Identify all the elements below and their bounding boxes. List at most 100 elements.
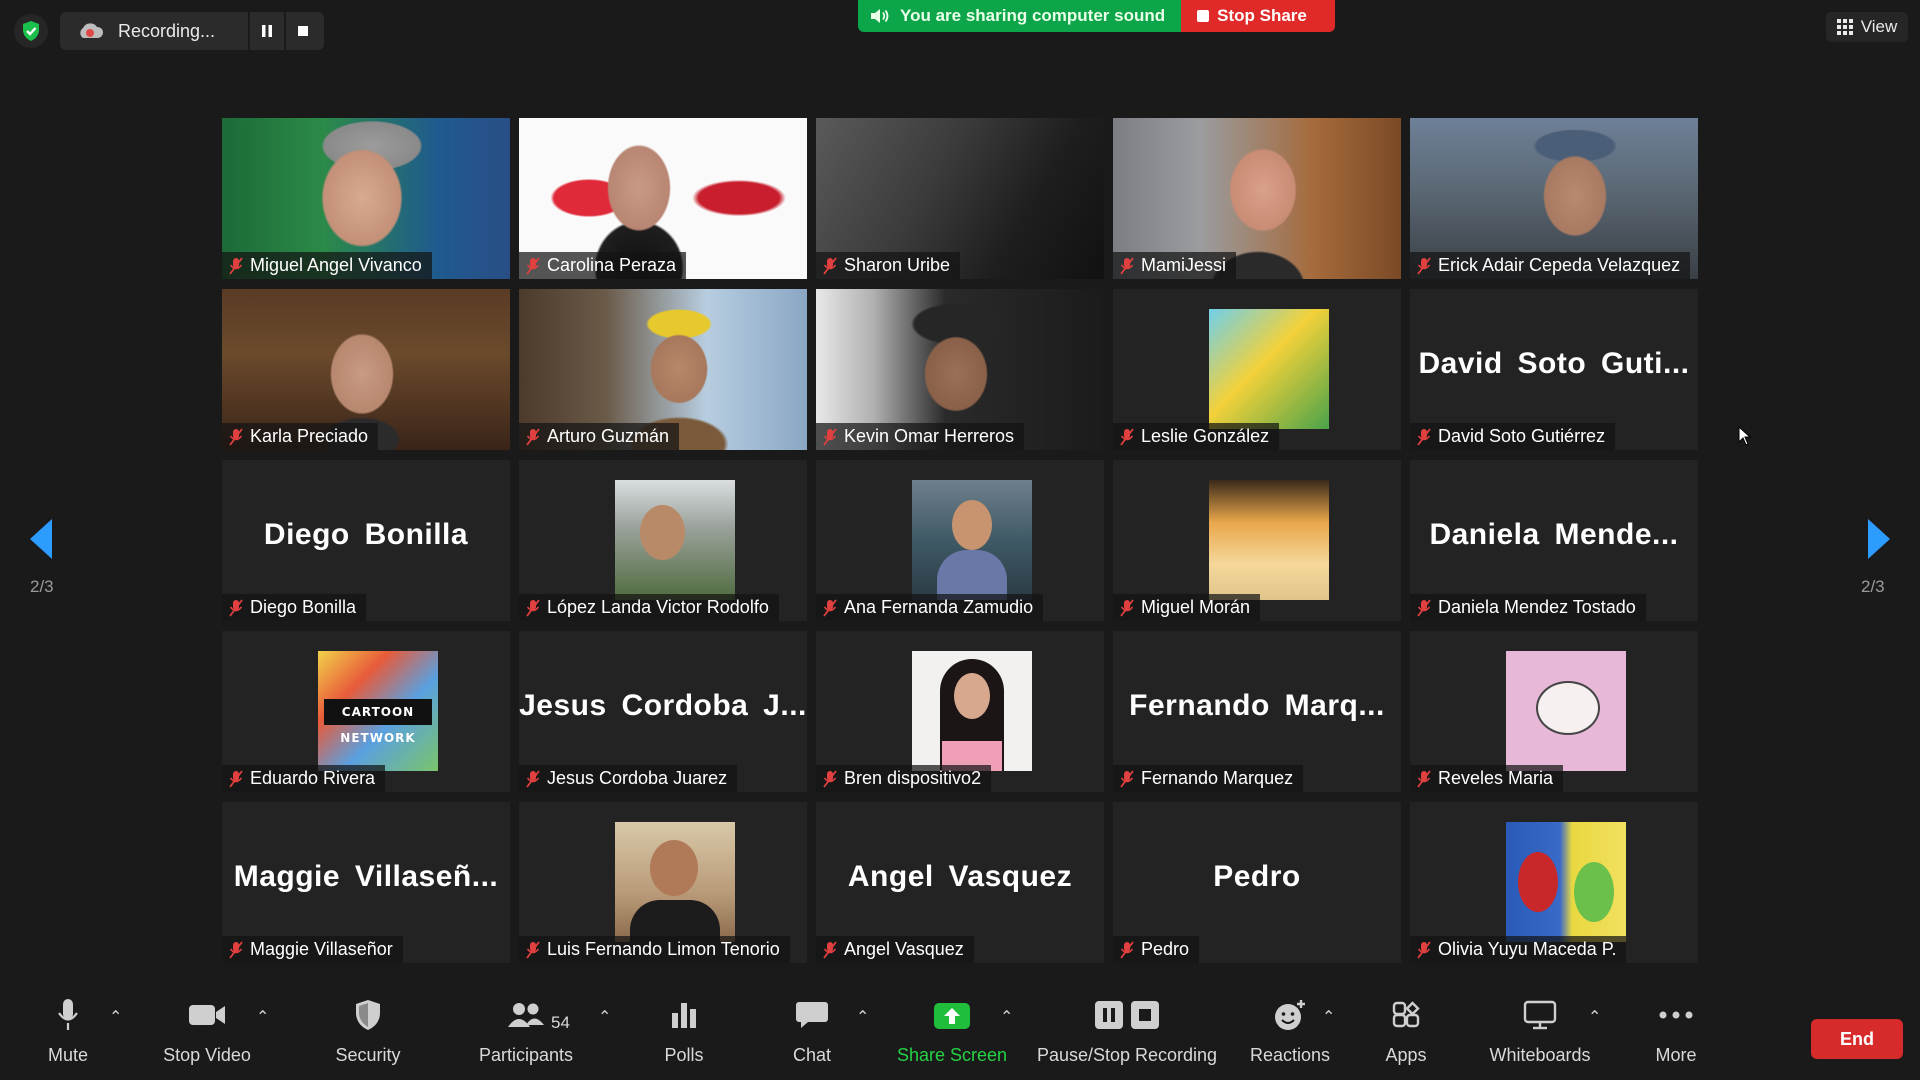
participant-tile[interactable]: CARTOON NETWORK Eduardo Rivera bbox=[222, 631, 510, 792]
audio-options-caret[interactable]: ⌃ bbox=[109, 1007, 122, 1027]
more-label: More bbox=[1655, 1045, 1697, 1065]
participant-tile[interactable]: Miguel Angel Vivanco bbox=[222, 118, 510, 279]
reactions-button[interactable]: Reactions bbox=[1240, 995, 1340, 1066]
chat-options-caret[interactable]: ⌃ bbox=[856, 1007, 869, 1027]
polls-bar-chart-icon bbox=[672, 1003, 696, 1028]
chat-bubble-icon bbox=[796, 1002, 828, 1028]
participant-name: Olivia Yuyu Maceda P. bbox=[1438, 939, 1617, 959]
stop-square-icon bbox=[1197, 10, 1210, 22]
participant-tile[interactable]: David Soto Guti... David Soto Gutiérrez bbox=[1410, 289, 1698, 450]
grid-view-icon bbox=[1836, 19, 1853, 35]
participant-tile[interactable]: Diego Bonilla Diego Bonilla bbox=[222, 460, 510, 621]
participants-label: Participants bbox=[478, 1045, 574, 1065]
reactions-options-caret[interactable]: ⌃ bbox=[1322, 1007, 1335, 1027]
participant-name: Karla Preciado bbox=[250, 426, 369, 446]
participant-tile[interactable]: MamiJessi bbox=[1113, 118, 1401, 279]
participant-tile[interactable]: Erick Adair Cepeda Velazquez bbox=[1410, 118, 1698, 279]
participant-name-tag: David Soto Gutiérrez bbox=[1410, 423, 1616, 450]
whiteboards-button[interactable]: Whiteboards bbox=[1478, 995, 1602, 1066]
stop-recording-button[interactable] bbox=[286, 12, 320, 50]
participant-tile[interactable]: Karla Preciado bbox=[222, 289, 510, 450]
muted-mic-icon bbox=[1417, 256, 1431, 275]
muted-mic-icon bbox=[1120, 940, 1134, 959]
participant-tile[interactable]: Olivia Yuyu Maceda P. bbox=[1410, 802, 1698, 963]
share-screen-arrow-icon bbox=[934, 1003, 970, 1029]
participant-name: Eduardo Rivera bbox=[250, 768, 376, 788]
security-button[interactable]: Security bbox=[318, 995, 418, 1066]
pause-stop-recording-label: Pause/Stop Recording bbox=[1036, 1045, 1218, 1065]
participant-tile[interactable]: Carolina Peraza bbox=[519, 118, 807, 279]
participant-gallery: Miguel Angel Vivanco Carolina Peraza Sha… bbox=[222, 118, 1698, 963]
next-page-arrow-icon[interactable] bbox=[1866, 518, 1892, 560]
muted-mic-icon bbox=[1417, 598, 1431, 617]
participant-tile[interactable]: Maggie Villaseñ... Maggie Villaseñor bbox=[222, 802, 510, 963]
participant-name: Carolina Peraza bbox=[547, 255, 677, 275]
speaker-icon bbox=[871, 9, 889, 23]
participant-name: Maggie Villaseñor bbox=[250, 939, 393, 959]
participant-tile[interactable]: Miguel Morán bbox=[1113, 460, 1401, 621]
participant-tile[interactable]: López Landa Victor Rodolfo bbox=[519, 460, 807, 621]
whiteboard-icon bbox=[1523, 1000, 1557, 1030]
participant-name: Erick Adair Cepeda Velazquez bbox=[1438, 255, 1681, 275]
participant-tile[interactable]: Bren dispositivo2 bbox=[816, 631, 1104, 792]
participant-name-tag: Maggie Villaseñor bbox=[222, 936, 403, 963]
previous-page-arrow-icon[interactable] bbox=[28, 518, 54, 560]
participant-tile[interactable]: Angel Vasquez Angel Vasquez bbox=[816, 802, 1104, 963]
share-screen-label: Share Screen bbox=[896, 1045, 1008, 1065]
participant-name-tag: Eduardo Rivera bbox=[222, 765, 386, 792]
apps-button[interactable]: Apps bbox=[1366, 995, 1446, 1066]
avatar-face bbox=[640, 505, 685, 560]
avatar-logo-text: CARTOON NETWORK bbox=[324, 699, 432, 745]
chat-button[interactable]: Chat bbox=[770, 995, 854, 1066]
share-options-caret[interactable]: ⌃ bbox=[1000, 1007, 1013, 1027]
participant-name: Reveles Maria bbox=[1438, 768, 1554, 788]
end-meeting-button[interactable]: End bbox=[1811, 1019, 1903, 1059]
video-options-caret[interactable]: ⌃ bbox=[256, 1007, 269, 1027]
avatar-character bbox=[1536, 681, 1600, 735]
profile-picture: CARTOON NETWORK bbox=[318, 651, 438, 771]
view-button[interactable]: View bbox=[1826, 12, 1908, 42]
participant-name-tag: Karla Preciado bbox=[222, 423, 379, 450]
participant-name-tag: Erick Adair Cepeda Velazquez bbox=[1410, 252, 1691, 279]
participant-tile[interactable]: Leslie González bbox=[1113, 289, 1401, 450]
participant-tile[interactable]: Ana Fernanda Zamudio bbox=[816, 460, 1104, 621]
muted-mic-icon bbox=[823, 256, 837, 275]
participants-icon bbox=[508, 1003, 544, 1027]
mouse-cursor-icon bbox=[1738, 426, 1752, 446]
participant-tile[interactable]: Reveles Maria bbox=[1410, 631, 1698, 792]
participant-tile[interactable]: Sharon Uribe bbox=[816, 118, 1104, 279]
participant-name-tag: Diego Bonilla bbox=[222, 594, 367, 621]
participant-tile[interactable]: Jesus Cordoba J... Jesus Cordoba Juarez bbox=[519, 631, 807, 792]
participant-tile[interactable]: Luis Fernando Limon Tenorio bbox=[519, 802, 807, 963]
stop-share-button[interactable]: Stop Share bbox=[1181, 0, 1335, 32]
participant-tile[interactable]: Arturo Guzmán bbox=[519, 289, 807, 450]
muted-mic-icon bbox=[1120, 256, 1134, 275]
participant-name-tag: Arturo Guzmán bbox=[519, 423, 680, 450]
participant-name: Leslie González bbox=[1141, 426, 1270, 446]
pause-stop-recording-button[interactable]: Pause/Stop Recording bbox=[1030, 995, 1224, 1066]
mute-button[interactable]: Mute bbox=[28, 995, 108, 1066]
participant-tile[interactable]: Pedro Pedro bbox=[1113, 802, 1401, 963]
participant-name: Angel Vasquez bbox=[844, 939, 964, 959]
muted-mic-icon bbox=[229, 940, 243, 959]
stop-video-button[interactable]: Stop Video bbox=[152, 995, 262, 1066]
avatar-character-left bbox=[1518, 852, 1558, 912]
page-indicator-right: 2/3 bbox=[1861, 577, 1885, 596]
muted-mic-icon bbox=[229, 769, 243, 788]
participant-tile[interactable]: Daniela Mende... Daniela Mendez Tostado bbox=[1410, 460, 1698, 621]
pause-recording-icon bbox=[1095, 1001, 1123, 1029]
participant-tile[interactable]: Fernando Marq... Fernando Marquez bbox=[1113, 631, 1401, 792]
participant-name: David Soto Gutiérrez bbox=[1438, 426, 1606, 446]
polls-button[interactable]: Polls bbox=[644, 995, 724, 1066]
pause-recording-button[interactable] bbox=[250, 12, 284, 50]
shield-check-icon bbox=[23, 21, 39, 41]
cloud-recording-icon bbox=[80, 23, 104, 38]
sharing-sound-indicator[interactable]: You are sharing computer sound bbox=[858, 0, 1182, 32]
encryption-shield-icon[interactable] bbox=[14, 14, 48, 48]
participants-options-caret[interactable]: ⌃ bbox=[598, 1007, 611, 1027]
whiteboards-options-caret[interactable]: ⌃ bbox=[1588, 1007, 1601, 1027]
share-screen-button[interactable]: Share Screen bbox=[892, 995, 1012, 1066]
more-button[interactable]: More bbox=[1636, 995, 1716, 1066]
participant-tile[interactable]: Kevin Omar Herreros bbox=[816, 289, 1104, 450]
muted-mic-icon bbox=[526, 940, 540, 959]
